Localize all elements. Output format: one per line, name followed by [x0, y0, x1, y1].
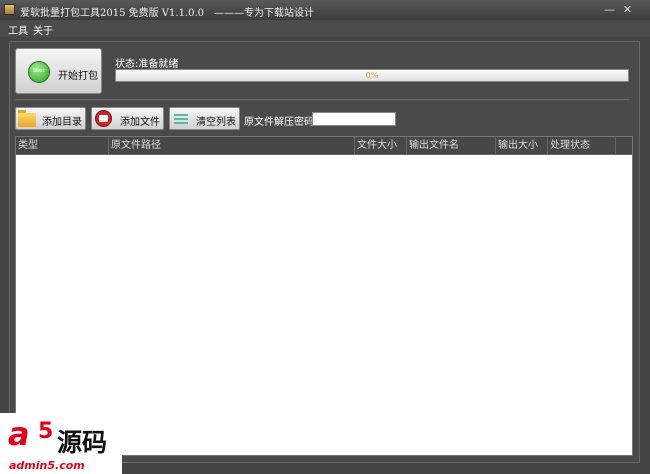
start-pack-label: 开始打包: [58, 71, 98, 82]
divider: [15, 99, 629, 101]
window-title: 爱软批量打包工具2015 免费版 V1.1.0.0 ———专为下载站设计: [20, 8, 315, 19]
watermark-text: 源码: [57, 428, 108, 457]
folder-icon: [18, 110, 36, 127]
clear-list-button[interactable]: 清空列表: [169, 107, 240, 130]
status-label: 状态:准备就绪: [115, 59, 179, 70]
add-file-label: 添加文件: [120, 117, 160, 128]
start-icon: Start: [28, 61, 50, 83]
menu-item-about[interactable]: 关于: [33, 22, 53, 37]
menu-bar: 工具 关于: [0, 20, 650, 37]
progress-text: 0%: [365, 71, 379, 80]
column-header-source-path[interactable]: 原文件路径: [109, 137, 355, 154]
start-pack-button[interactable]: Start 开始打包: [15, 48, 102, 94]
password-input[interactable]: [312, 112, 396, 126]
column-header-status[interactable]: 处理状态: [548, 137, 616, 154]
close-button[interactable]: ✕: [621, 3, 634, 16]
watermark-a: a: [8, 415, 30, 453]
list-header: 类型 原文件路径 文件大小 输出文件名 输出大小 处理状态: [16, 137, 632, 155]
column-header-output-size[interactable]: 输出大小: [496, 137, 548, 154]
package-icon: [4, 4, 15, 15]
password-label: 原文件解压密码: [244, 117, 314, 128]
add-directory-button[interactable]: 添加目录: [15, 107, 86, 130]
progress-bar: 0%: [115, 69, 629, 82]
column-header-output-name[interactable]: 输出文件名: [407, 137, 496, 154]
app-window: 爱软批量打包工具2015 免费版 V1.1.0.0 ———专为下载站设计 — ✕…: [0, 0, 650, 474]
minimize-button[interactable]: —: [603, 3, 616, 16]
watermark-url: admin5.com: [9, 459, 85, 472]
add-directory-label: 添加目录: [42, 117, 82, 128]
start-icon-text: Start: [32, 68, 46, 74]
watermark-logo: a 5 源码 admin5.com: [0, 413, 122, 474]
column-header-type[interactable]: 类型: [16, 137, 109, 154]
file-list[interactable]: 类型 原文件路径 文件大小 输出文件名 输出大小 处理状态: [15, 136, 633, 456]
watermark-five: 5: [38, 419, 54, 444]
menu-item-tools[interactable]: 工具: [8, 22, 28, 37]
clear-list-label: 清空列表: [196, 117, 236, 128]
column-header-file-size[interactable]: 文件大小: [355, 137, 407, 154]
title-bar: 爱软批量打包工具2015 免费版 V1.1.0.0 ———专为下载站设计 — ✕: [0, 0, 650, 20]
add-file-button[interactable]: 添加文件: [91, 107, 164, 130]
clear-list-icon: [174, 114, 188, 124]
add-file-icon: [95, 110, 112, 127]
